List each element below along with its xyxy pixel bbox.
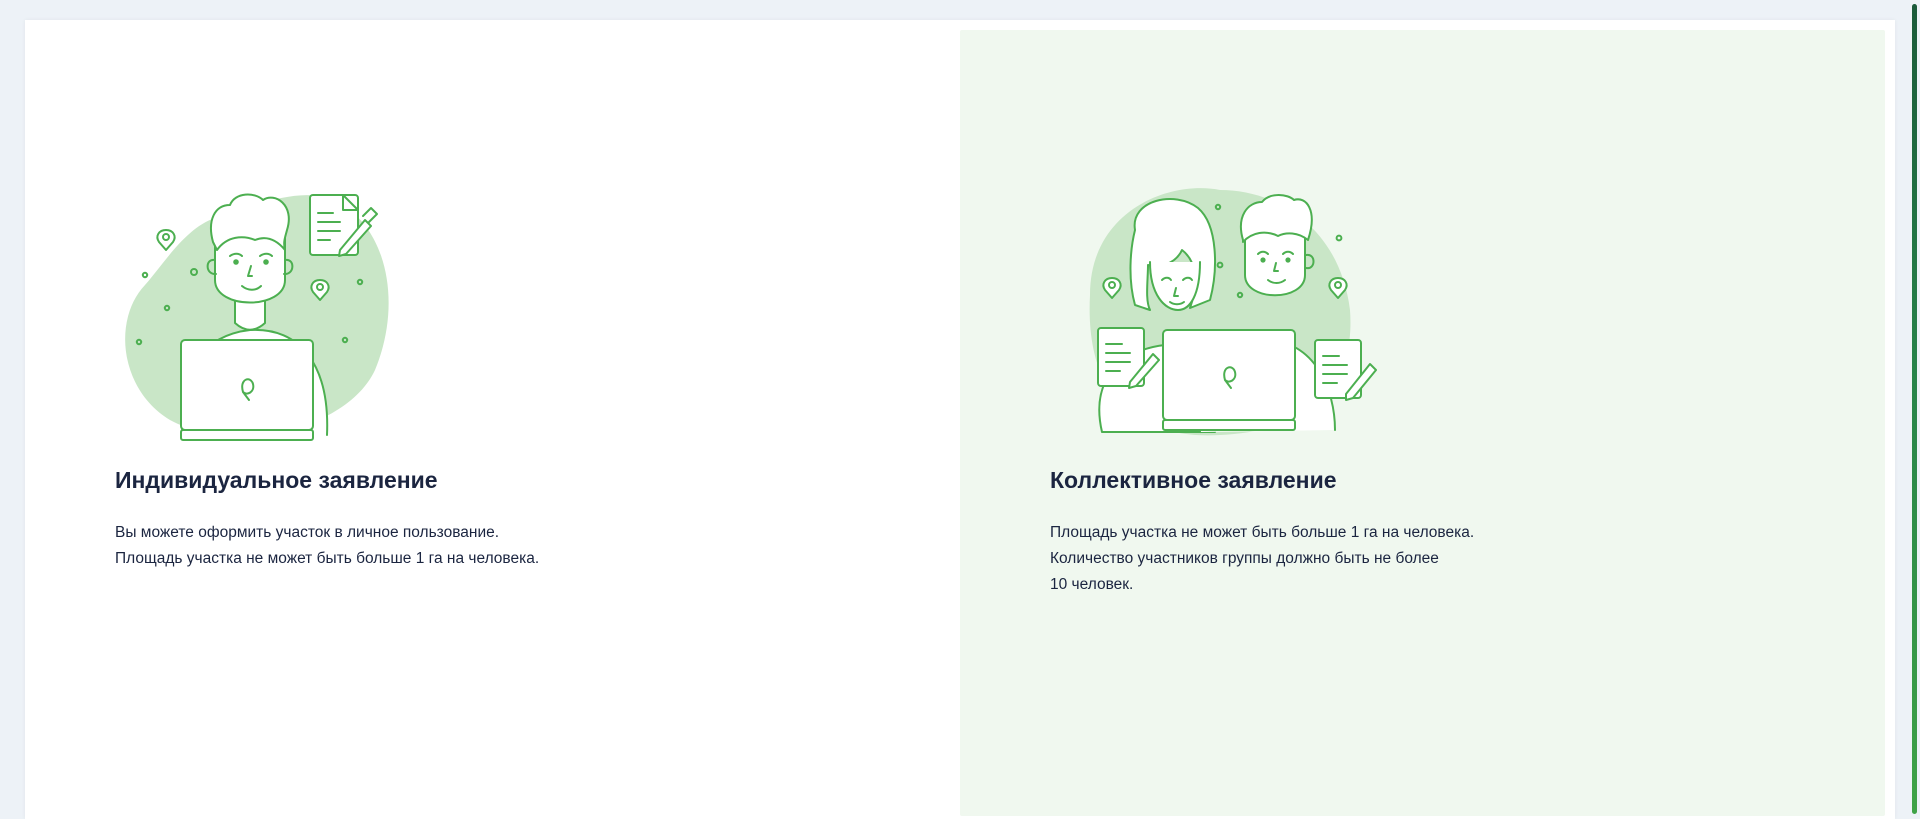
collective-card-description: Площадь участка не может быть больше 1 г… <box>1050 520 1520 598</box>
two-people-laptop-illustration <box>1089 188 1377 436</box>
scrollbar-thumb[interactable] <box>1912 4 1917 814</box>
collective-application-card[interactable]: Коллективное заявление Площадь участка н… <box>960 30 1885 816</box>
main-panel: Индивидуальное заявление Вы можете оформ… <box>25 20 1895 819</box>
individual-card-title: Индивидуальное заявление <box>115 467 438 493</box>
individual-application-card[interactable]: Индивидуальное заявление Вы можете оформ… <box>25 30 950 816</box>
description-line: Площадь участка не может быть больше 1 г… <box>115 550 540 567</box>
description-line: Вы можете оформить участок в личное поль… <box>115 524 500 541</box>
description-line: 10 человек. <box>1050 576 1134 593</box>
description-line: Площадь участка не может быть больше 1 г… <box>1050 524 1475 541</box>
collective-card-title: Коллективное заявление <box>1050 467 1337 493</box>
person-laptop-illustration <box>125 193 389 441</box>
description-line: Количество участников группы должно быть… <box>1050 550 1439 567</box>
individual-card-description: Вы можете оформить участок в личное поль… <box>115 520 585 572</box>
vertical-scrollbar[interactable] <box>1908 0 1920 819</box>
